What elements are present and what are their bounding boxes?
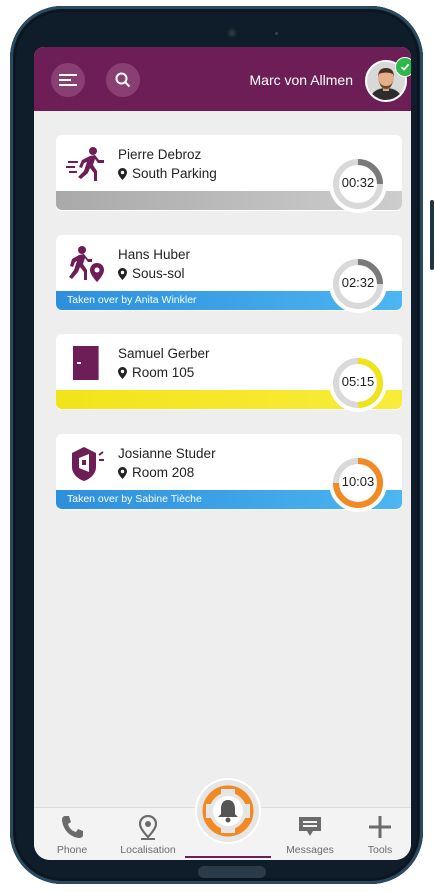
alarm-timer: 05:15 xyxy=(341,374,375,389)
alarm-button[interactable] xyxy=(197,780,259,842)
location: Room 208 xyxy=(118,465,194,480)
location-pin-icon xyxy=(118,466,127,479)
running-person-location-icon xyxy=(69,246,104,282)
nav-phone[interactable]: Phone xyxy=(42,808,102,860)
menu-button[interactable] xyxy=(51,63,85,97)
location-pin-icon xyxy=(118,167,127,180)
nav-tools-label: Tools xyxy=(367,844,393,856)
home-indicator xyxy=(198,866,266,878)
location: Room 105 xyxy=(118,365,194,380)
status-check-icon xyxy=(395,57,411,77)
person-name: Samuel Gerber xyxy=(118,346,210,361)
location-label: Room 105 xyxy=(132,365,195,380)
nav-messages[interactable]: Messages xyxy=(280,808,340,860)
alarm-tab-indicator xyxy=(185,856,271,858)
alarm-timer: 00:32 xyxy=(341,175,375,190)
nav-localisation-label: Localisation xyxy=(120,844,176,856)
person-name: Pierre Debroz xyxy=(118,147,202,162)
search-button[interactable] xyxy=(106,63,140,97)
timer-ring: 10:03 xyxy=(329,454,387,512)
nav-tools[interactable]: Tools xyxy=(350,808,410,860)
nav-messages-label: Messages xyxy=(286,844,334,856)
app-header: Marc von Allmen xyxy=(34,47,411,111)
location: Sous-sol xyxy=(118,266,185,281)
running-person-icon xyxy=(66,147,104,181)
alarm-timer: 10:03 xyxy=(341,474,375,489)
alarm-card[interactable]: Pierre Debroz South Parking 00:32 xyxy=(56,135,402,213)
bell-alarm-icon xyxy=(202,785,254,837)
location: South Parking xyxy=(118,166,217,181)
location-label: Sous-sol xyxy=(132,266,185,281)
nav-localisation[interactable]: Localisation xyxy=(112,808,184,860)
shield-alert-icon xyxy=(72,447,104,481)
alarm-timer: 02:32 xyxy=(341,275,375,290)
alarm-card[interactable]: Samuel Gerber Room 105 05:15 xyxy=(56,334,402,412)
message-icon xyxy=(299,817,321,836)
taken-over-label: Taken over by Anita Winkler xyxy=(67,294,197,306)
location-label: South Parking xyxy=(132,166,217,181)
taken-over-label: Taken over by Sabine Tièche xyxy=(67,493,202,505)
front-camera xyxy=(227,28,237,38)
location-pin-icon xyxy=(118,267,127,280)
person-name: Josianne Studer xyxy=(118,446,216,461)
timer-ring: 00:32 xyxy=(329,155,387,213)
sensor xyxy=(275,32,278,35)
plus-icon xyxy=(369,816,391,838)
alarm-card[interactable]: Taken over by Anita Winkler Hans Huber S… xyxy=(56,235,402,313)
location-label: Room 208 xyxy=(132,465,195,480)
menu-icon xyxy=(59,74,77,86)
alarm-card[interactable]: Taken over by Sabine Tièche Josianne Stu… xyxy=(56,434,402,512)
door-icon xyxy=(73,346,99,380)
search-icon xyxy=(115,72,131,88)
location-pin-icon xyxy=(139,815,157,840)
nav-phone-label: Phone xyxy=(56,844,88,856)
volume-button xyxy=(430,200,434,270)
user-name[interactable]: Marc von Allmen xyxy=(250,72,353,88)
person-name: Hans Huber xyxy=(118,247,191,262)
phone-icon xyxy=(62,816,83,838)
app-screen: Marc von Allmen Pierre Debroz South Park… xyxy=(34,47,411,860)
timer-ring: 02:32 xyxy=(329,255,387,313)
location-pin-icon xyxy=(118,366,127,379)
timer-ring: 05:15 xyxy=(329,354,387,412)
